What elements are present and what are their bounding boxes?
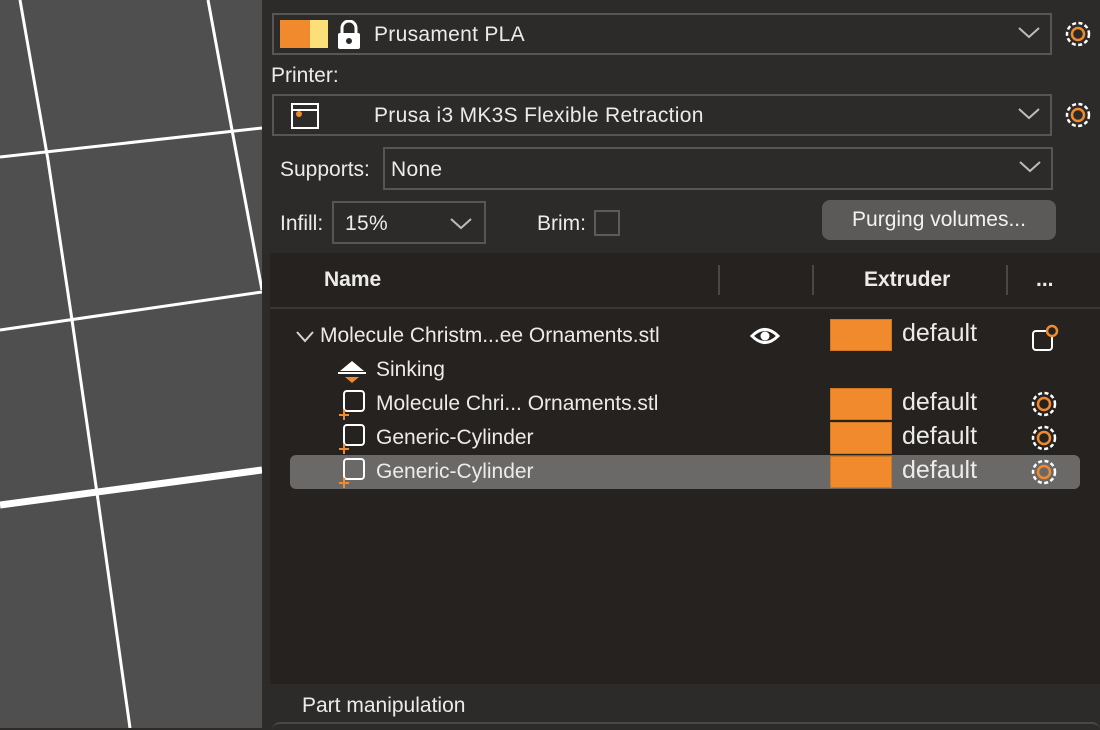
chevron-down-icon xyxy=(1018,27,1040,39)
filament-name: Prusament PLA xyxy=(374,23,525,46)
column-header-more[interactable]: ... xyxy=(1036,268,1054,292)
sinking-icon xyxy=(338,361,366,383)
extruder-color-swatch[interactable] xyxy=(830,422,892,454)
object-list[interactable]: Name Extruder ... Molecule Christm...ee … xyxy=(270,253,1100,684)
extruder-color-swatch[interactable] xyxy=(830,456,892,488)
lock-icon xyxy=(338,20,360,49)
object-settings-icon[interactable] xyxy=(1030,323,1060,353)
printer-label: Printer: xyxy=(271,64,339,87)
extruder-color-swatch[interactable] xyxy=(830,388,892,420)
bed-grid xyxy=(0,0,262,728)
part-name: Molecule Chri... Ornaments.stl xyxy=(376,392,659,415)
settings-sidebar: Prusament PLA Printer: Prusa i3 MK3S Fle… xyxy=(262,0,1100,728)
part-name: Generic-Cylinder xyxy=(376,426,534,449)
chevron-down-icon xyxy=(1019,161,1041,173)
filament-combo[interactable]: Prusament PLA xyxy=(272,13,1052,55)
infill-combo[interactable]: 15% xyxy=(332,201,486,244)
brim-checkbox[interactable] xyxy=(594,210,620,236)
chevron-down-icon xyxy=(450,218,472,230)
part-extruder[interactable]: default xyxy=(902,456,977,485)
infill-value: 15% xyxy=(345,212,388,235)
gear-icon[interactable] xyxy=(1030,390,1058,418)
eye-icon[interactable] xyxy=(750,325,780,347)
object-name: Molecule Christm...ee Ornaments.stl xyxy=(320,324,660,347)
purging-volumes-button[interactable]: Purging volumes... xyxy=(822,200,1056,240)
part-icon xyxy=(339,458,365,488)
filament-settings-gear-icon[interactable] xyxy=(1064,20,1092,48)
supports-combo[interactable]: None xyxy=(383,147,1053,190)
chevron-down-icon[interactable] xyxy=(296,331,314,343)
part-extruder[interactable]: default xyxy=(902,422,977,451)
sinking-label: Sinking xyxy=(376,358,445,381)
3d-viewport[interactable] xyxy=(0,0,262,728)
supports-value: None xyxy=(391,158,443,181)
part-extruder[interactable]: default xyxy=(902,388,977,417)
part-icon xyxy=(339,390,365,420)
part-manipulation-panel-edge xyxy=(272,722,1100,730)
printer-settings-gear-icon[interactable] xyxy=(1064,101,1092,129)
infill-label: Infill: xyxy=(280,212,324,235)
gear-icon[interactable] xyxy=(1030,424,1058,452)
printer-icon xyxy=(291,103,319,129)
column-header-name[interactable]: Name xyxy=(324,268,381,292)
column-header-extruder[interactable]: Extruder xyxy=(864,268,950,292)
part-manipulation-heading: Part manipulation xyxy=(302,694,466,717)
printer-name: Prusa i3 MK3S Flexible Retraction xyxy=(374,104,704,127)
brim-label: Brim: xyxy=(537,212,586,235)
printer-combo[interactable]: Prusa i3 MK3S Flexible Retraction xyxy=(272,94,1052,136)
part-name: Generic-Cylinder xyxy=(376,460,534,483)
object-extruder[interactable]: default xyxy=(902,319,977,348)
supports-label: Supports: xyxy=(280,158,370,181)
filament-color-swatch xyxy=(280,20,328,48)
chevron-down-icon xyxy=(1018,108,1040,120)
part-icon xyxy=(339,424,365,454)
extruder-color-swatch[interactable] xyxy=(830,319,892,351)
gear-icon[interactable] xyxy=(1030,458,1058,486)
object-list-header: Name Extruder ... xyxy=(270,253,1100,309)
